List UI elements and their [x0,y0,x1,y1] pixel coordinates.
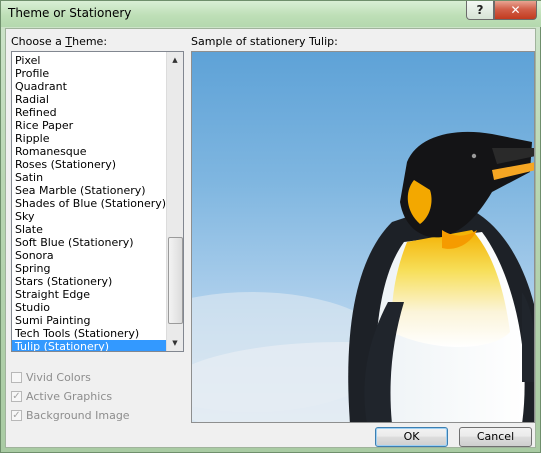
theme-list-items: Pixel Profile Quadrant Radial Refined Rice Pa… [12,54,168,351]
theme-list-item[interactable]: Spring [12,262,168,275]
theme-list-item[interactable]: Pixel [12,54,168,67]
theme-list-item[interactable]: Shades of Blue (Stationery) [12,197,168,210]
close-icon: ✕ [510,3,521,17]
theme-list-item[interactable]: Sea Marble (Stationery) [12,184,168,197]
ok-button[interactable]: OK [375,427,448,447]
theme-list-item[interactable]: Quadrant [12,80,168,93]
scroll-up-arrow-icon[interactable]: ▲ [167,52,183,68]
theme-list-item[interactable]: Stars (Stationery) [12,275,168,288]
checkmark-icon: ✓ [11,410,22,421]
theme-list-item[interactable]: Slate [12,223,168,236]
theme-list-item[interactable]: Tulip (Stationery) [12,340,168,351]
theme-list-item[interactable]: Tech Tools (Stationery) [12,327,168,340]
theme-dialog: Theme or Stationery ? ✕ Choose a Theme: … [0,0,541,453]
close-button[interactable]: ✕ [494,1,537,20]
theme-list-item[interactable]: Romanesque [12,145,168,158]
vivid-colors-checkbox[interactable]: Vivid Colors [11,371,91,384]
title-bar[interactable]: Theme or Stationery ? ✕ [1,1,541,27]
theme-list-scrollbar[interactable]: ▲ ▼ [166,52,183,351]
help-button[interactable]: ? [466,1,494,20]
active-graphics-label: Active Graphics [26,390,113,403]
theme-list-item[interactable]: Studio [12,301,168,314]
scroll-down-arrow-icon[interactable]: ▼ [167,335,183,351]
theme-list-item[interactable]: Ripple [12,132,168,145]
stationery-preview [191,51,535,423]
theme-list-item[interactable]: Soft Blue (Stationery) [12,236,168,249]
theme-list-item[interactable]: Roses (Stationery) [12,158,168,171]
theme-list-item[interactable]: Satin [12,171,168,184]
vivid-colors-label: Vivid Colors [26,371,91,384]
active-graphics-checkbox[interactable]: ✓ Active Graphics [11,390,112,403]
help-icon: ? [476,3,484,17]
cancel-button[interactable]: Cancel [459,427,532,447]
theme-list-item[interactable]: Sonora [12,249,168,262]
theme-list-item[interactable]: Sky [12,210,168,223]
theme-list-item[interactable]: Refined [12,106,168,119]
background-image-label: Background Image [26,409,130,422]
theme-list-item[interactable]: Straight Edge [12,288,168,301]
preview-label: Sample of stationery Tulip: [191,35,338,48]
theme-list-item[interactable]: Radial [12,93,168,106]
dialog-body: Choose a Theme: Pixel Profile Quadrant Radi… [5,28,536,448]
theme-list-item[interactable]: Sumi Painting [12,314,168,327]
choose-theme-label: Choose a Theme: [11,35,108,48]
scroll-thumb[interactable] [168,237,183,324]
background-image-checkbox[interactable]: ✓ Background Image [11,409,130,422]
theme-list-item[interactable]: Profile [12,67,168,80]
theme-list[interactable]: Pixel Profile Quadrant Radial Refined Rice Pa… [11,51,184,352]
dialog-title: Theme or Stationery [8,6,132,20]
checkmark-icon: ✓ [11,391,22,402]
vivid-colors-box [11,372,22,383]
penguin-image [192,131,534,422]
theme-list-item[interactable]: Rice Paper [12,119,168,132]
